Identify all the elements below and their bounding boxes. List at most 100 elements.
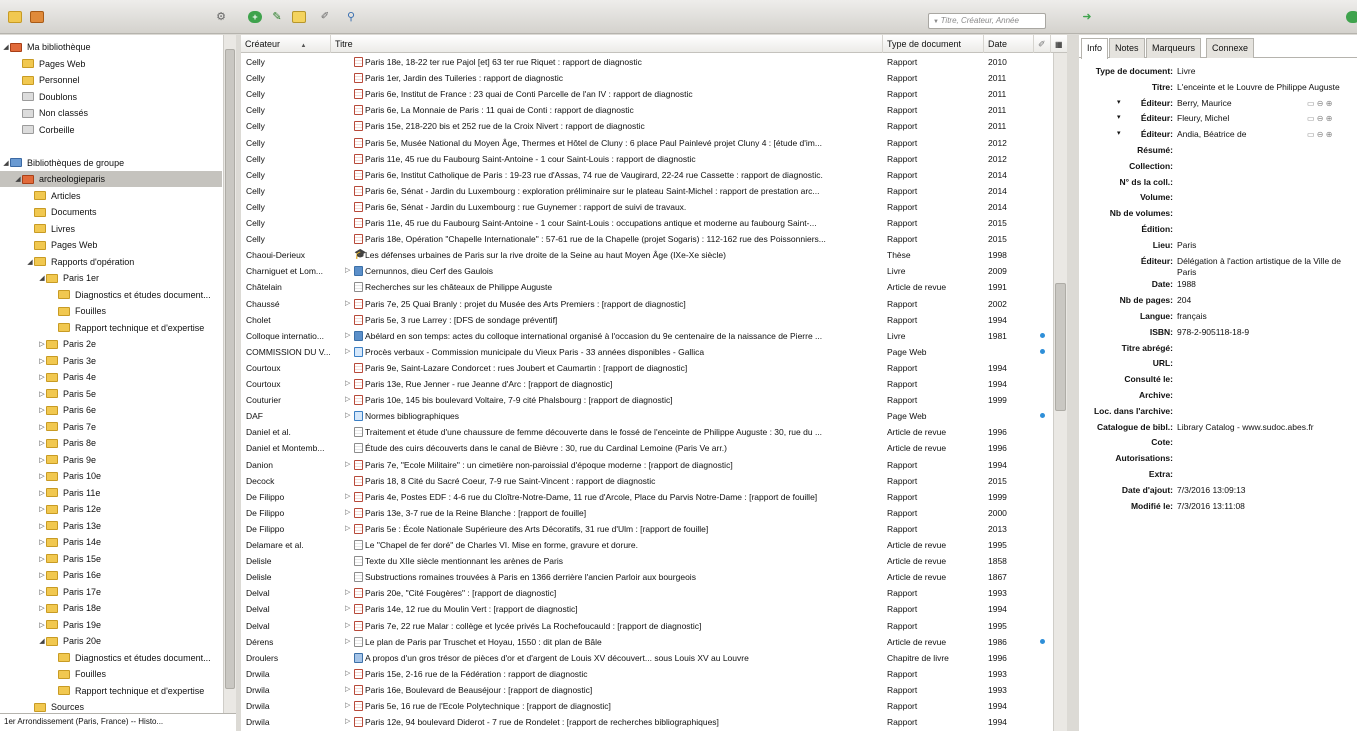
- tree-item[interactable]: Fouilles: [0, 303, 222, 319]
- field-value[interactable]: 7/3/2016 13:11:08: [1177, 501, 1355, 511]
- search-input[interactable]: ▼ Titre, Créateur, Année: [928, 13, 1046, 29]
- table-row[interactable]: Delval ▷ Paris 20e, "Cité Fougères" : [rap…: [241, 585, 1051, 601]
- tree-item[interactable]: ◢ archeologieparis: [0, 171, 222, 187]
- expand-item-icon[interactable]: ▷: [345, 395, 350, 403]
- tab-0[interactable]: Info: [1081, 38, 1109, 59]
- tree-item[interactable]: ▷ Paris 2e: [0, 336, 222, 352]
- table-row[interactable]: Drwila ▷ Paris 5e, 16 rue de l'Ecole Polyt…: [241, 698, 1051, 714]
- column-type[interactable]: Type de document: [883, 35, 984, 53]
- expand-item-icon[interactable]: ▷: [345, 508, 350, 516]
- tree-item[interactable]: Livres: [0, 221, 222, 237]
- table-row[interactable]: De Filippo ▷ Paris 13e, 3-7 rue de la Rein…: [241, 505, 1051, 521]
- expand-toggle-icon[interactable]: ▷: [38, 505, 46, 513]
- expand-toggle-icon[interactable]: ▷: [38, 373, 46, 381]
- table-row[interactable]: Celly Paris 6e, Sénat - Jardin du Luxembo…: [241, 199, 1051, 215]
- collections-scrollbar[interactable]: [223, 35, 236, 713]
- tree-item[interactable]: Articles: [0, 188, 222, 204]
- tree-item[interactable]: Sources: [0, 699, 222, 713]
- expand-toggle-icon[interactable]: ▷: [38, 621, 46, 629]
- field-value[interactable]: 7/3/2016 13:09:13: [1177, 485, 1355, 495]
- tree-item[interactable]: ◢ Bibliothèques de groupe: [0, 155, 222, 171]
- table-row[interactable]: Colloque internatio... ▷ Abélard en son te…: [241, 328, 1051, 344]
- collections-scroll-thumb[interactable]: [225, 49, 235, 689]
- tree-item[interactable]: ▷ Paris 8e: [0, 435, 222, 451]
- table-row[interactable]: Celly Paris 1er, Jardin des Tuileries : r…: [241, 70, 1051, 86]
- table-row[interactable]: Delval ▷ Paris 14e, 12 rue du Moulin Vert …: [241, 601, 1051, 617]
- advanced-search-icon[interactable]: ⚲: [344, 11, 358, 23]
- table-row[interactable]: Delval ▷ Paris 7e, 22 rue Malar : collège …: [241, 618, 1051, 634]
- expand-item-icon[interactable]: ▷: [345, 347, 350, 355]
- table-row[interactable]: Châtelain Recherches sur les châteaux de …: [241, 279, 1051, 295]
- gear-icon[interactable]: ⚙: [214, 11, 228, 23]
- table-row[interactable]: Celly Paris 6e, Institut Catholique de Pa…: [241, 167, 1051, 183]
- table-row[interactable]: Celly Paris 6e, La Monnaie de Paris : 11 …: [241, 102, 1051, 118]
- tree-item[interactable]: ▷ Paris 11e: [0, 485, 222, 501]
- expand-toggle-icon[interactable]: ◢: [38, 637, 46, 645]
- tree-item[interactable]: ▷ Paris 16e: [0, 567, 222, 583]
- tree-item[interactable]: ◢ Ma bibliothèque: [0, 39, 222, 55]
- expand-toggle-icon[interactable]: ▷: [38, 604, 46, 612]
- table-row[interactable]: Chaussé ▷ Paris 7e, 25 Quai Branly : proje…: [241, 296, 1051, 312]
- table-row[interactable]: Celly Paris 18e, 18-22 ter rue Pajol [et]…: [241, 54, 1051, 70]
- creator-remove-add-icon[interactable]: ▭ ⊖ ⊕: [1307, 99, 1332, 108]
- pane-splitter-right[interactable]: [1068, 35, 1079, 731]
- column-creator[interactable]: Créateur ▲: [241, 35, 331, 53]
- tree-item[interactable]: Rapport technique et d'expertise: [0, 683, 222, 699]
- expand-item-icon[interactable]: ▷: [345, 460, 350, 468]
- search-dropdown-icon[interactable]: ▼: [933, 19, 941, 25]
- sync-icon[interactable]: [1346, 11, 1357, 23]
- attach-icon[interactable]: ✐: [318, 11, 332, 23]
- table-row[interactable]: Courtoux Paris 9e, Saint-Lazare Condorcet…: [241, 360, 1051, 376]
- table-row[interactable]: Delisle Texte du XIIe siècle mentionnant …: [241, 553, 1051, 569]
- field-value[interactable]: Library Catalog - www.sudoc.abes.fr: [1177, 422, 1355, 432]
- tab-2[interactable]: Marqueurs: [1146, 38, 1202, 58]
- expand-item-icon[interactable]: ▷: [345, 637, 350, 645]
- tree-item[interactable]: ◢ Paris 20e: [0, 633, 222, 649]
- field-value[interactable]: français: [1177, 311, 1355, 321]
- table-row[interactable]: Celly Paris 6e, Sénat - Jardin du Luxembo…: [241, 183, 1051, 199]
- table-row[interactable]: Delamare et al. Le "Chapel de fer doré" d…: [241, 537, 1051, 553]
- table-row[interactable]: DAF ▷ Normes bibliographiques Page Web: [241, 408, 1051, 424]
- table-row[interactable]: Cholet Paris 5e, 3 rue Larrey : [DFS de s…: [241, 312, 1051, 328]
- expand-toggle-icon[interactable]: ▷: [38, 555, 46, 563]
- column-title[interactable]: Titre: [331, 35, 883, 53]
- tree-item[interactable]: ▷ Paris 17e: [0, 584, 222, 600]
- tab-3[interactable]: Connexe: [1206, 38, 1255, 58]
- new-group-icon[interactable]: [30, 11, 44, 23]
- tree-item[interactable]: ▷ Paris 13e: [0, 518, 222, 534]
- tree-item[interactable]: ▷ Paris 3e: [0, 353, 222, 369]
- expand-toggle-icon[interactable]: ◢: [2, 159, 10, 167]
- expand-toggle-icon[interactable]: ▷: [38, 357, 46, 365]
- table-row[interactable]: Charniguet et Lom... ▷ Cernunnos, dieu Cer…: [241, 263, 1051, 279]
- expand-item-icon[interactable]: ▷: [345, 588, 350, 596]
- table-row[interactable]: Celly Paris 11e, 45 rue du Faubourg Saint…: [241, 151, 1051, 167]
- tree-item[interactable]: ◢ Rapports d'opération: [0, 254, 222, 270]
- tree-item[interactable]: Personnel: [0, 72, 222, 88]
- expand-toggle-icon[interactable]: ▷: [38, 406, 46, 414]
- items-scroll-thumb[interactable]: [1055, 283, 1066, 411]
- tree-item[interactable]: Non classés: [0, 105, 222, 121]
- table-row[interactable]: Daniel et Montemb... Étude des cuirs déco…: [241, 440, 1051, 456]
- table-row[interactable]: Chaoui-Derieux 🎓 Les défenses urbaines de …: [241, 247, 1051, 263]
- expand-item-icon[interactable]: ▷: [345, 701, 350, 709]
- table-row[interactable]: Decock Paris 18, 8 Cité du Sacré Coeur, 7…: [241, 473, 1051, 489]
- expand-toggle-icon[interactable]: ◢: [14, 175, 22, 183]
- tree-item[interactable]: ▷ Paris 6e: [0, 402, 222, 418]
- expand-item-icon[interactable]: ▷: [345, 604, 350, 612]
- expand-item-icon[interactable]: ▷: [345, 411, 350, 419]
- expand-toggle-icon[interactable]: ▷: [38, 390, 46, 398]
- table-row[interactable]: Danion ▷ Paris 7e, "Ecole Militaire" : un …: [241, 457, 1051, 473]
- field-value[interactable]: 978-2-905118-18-9: [1177, 327, 1355, 337]
- new-item-icon[interactable]: +: [248, 11, 262, 23]
- creator-remove-add-icon[interactable]: ▭ ⊖ ⊕: [1307, 114, 1332, 123]
- table-row[interactable]: Celly Paris 11e, 45 rue du Faubourg Saint…: [241, 215, 1051, 231]
- attachment-dot-icon[interactable]: [1040, 638, 1045, 644]
- items-scrollbar[interactable]: [1053, 53, 1067, 731]
- expand-item-icon[interactable]: ▷: [345, 379, 350, 387]
- expand-toggle-icon[interactable]: ◢: [2, 43, 10, 51]
- attachment-dot-icon[interactable]: [1040, 413, 1045, 419]
- attachment-dot-icon[interactable]: [1040, 332, 1045, 338]
- creator-type-dropdown-icon[interactable]: ▾: [1117, 98, 1121, 106]
- expand-toggle-icon[interactable]: ▷: [38, 423, 46, 431]
- creator-type-dropdown-icon[interactable]: ▾: [1117, 113, 1121, 121]
